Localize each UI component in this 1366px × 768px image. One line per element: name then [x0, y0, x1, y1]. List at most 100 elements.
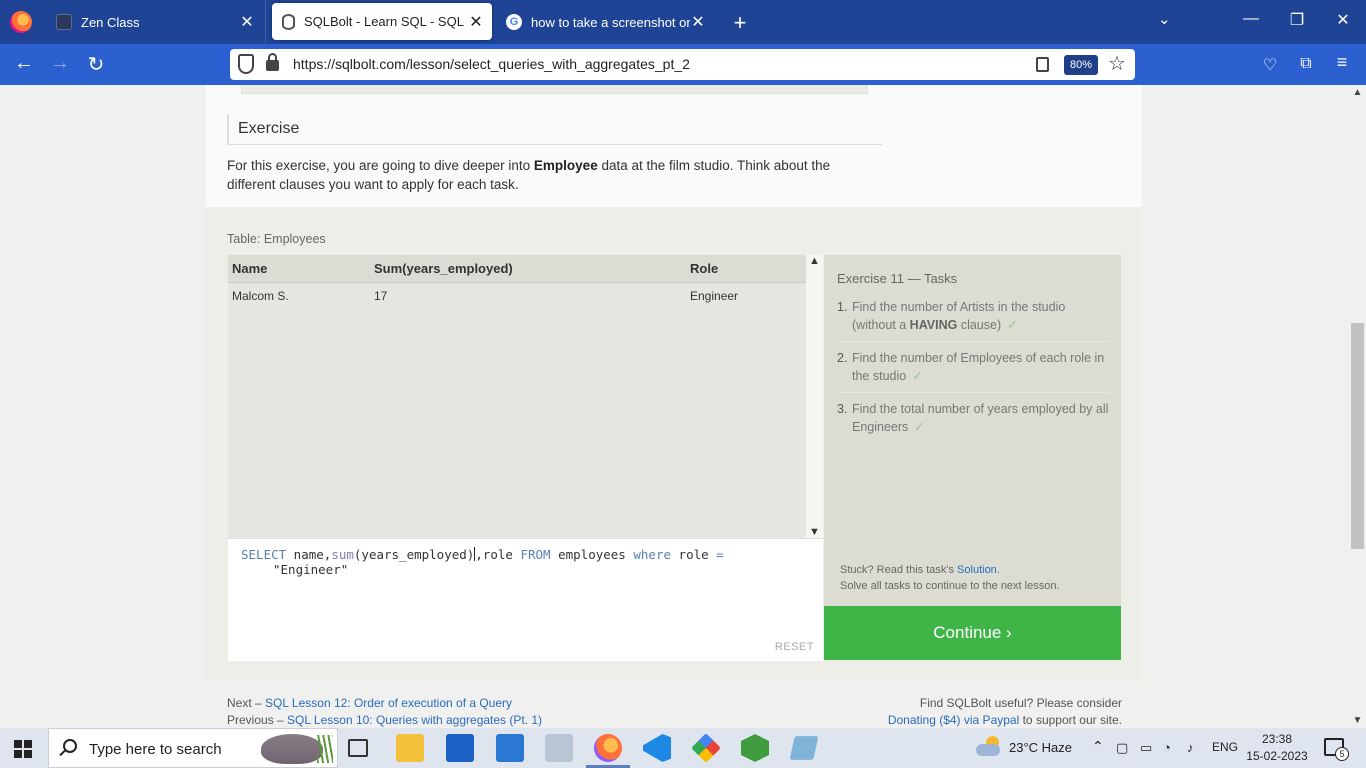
previous-content-block — [241, 85, 868, 94]
menu-hamburger-icon[interactable]: ≡ — [1328, 52, 1356, 73]
donation-note: Find SQLBolt useful? Please consider Don… — [887, 696, 1122, 727]
chevron-down-icon[interactable]: ⌄ — [1158, 10, 1171, 28]
reload-icon[interactable]: ↻ — [82, 52, 110, 77]
google-favicon-icon: G — [506, 14, 522, 30]
table-row: Malcom S. 17 Engineer — [228, 284, 806, 308]
table-caption: Table: Employees — [227, 232, 326, 246]
language-indicator[interactable]: ENG — [1212, 740, 1238, 754]
scroll-down-icon[interactable]: ▼ — [1349, 715, 1366, 726]
checkmark-icon: ✓ — [1007, 318, 1018, 332]
table-cell: Malcom S. — [232, 289, 289, 303]
column-header: Sum(years_employed) — [374, 261, 513, 276]
weather-haze-icon[interactable] — [976, 736, 1002, 758]
tasks-panel: Exercise 11 — Tasks 1. Find the number of… — [824, 255, 1121, 606]
tab-title: how to take a screenshot on firefox — [531, 14, 690, 30]
git-icon[interactable] — [691, 733, 721, 763]
results-table: Name Sum(years_employed) Role Malcom S. … — [228, 255, 806, 537]
extensions-icon[interactable]: ⧉ — [1292, 55, 1320, 73]
column-header: Name — [232, 261, 268, 276]
photos-icon[interactable] — [545, 734, 573, 762]
forward-arrow-icon[interactable]: → — [46, 52, 74, 75]
shield-icon[interactable] — [238, 54, 254, 74]
close-tab-icon[interactable]: ✕ — [468, 12, 484, 32]
close-tab-icon[interactable]: ✕ — [239, 12, 255, 32]
tab-google-search[interactable]: G how to take a screenshot on firefox ✕ — [498, 0, 714, 44]
lesson-navigation: Next – SQL Lesson 12: Order of execution… — [227, 696, 543, 727]
previous-lesson-link[interactable]: SQL Lesson 10: Queries with aggregates (… — [287, 713, 542, 727]
page-scrollbar[interactable]: ▲ ▼ — [1349, 85, 1366, 728]
weather-text[interactable]: 23°C Haze — [1009, 740, 1072, 755]
plus-icon[interactable]: + — [728, 10, 752, 36]
close-tab-icon[interactable]: ✕ — [690, 12, 706, 32]
taskbar-search-box[interactable]: Type here to search — [48, 728, 338, 768]
search-highlight-image — [261, 734, 323, 764]
sql-editor[interactable]: SELECT name,sum(years_employed),role FRO… — [228, 538, 823, 661]
donate-link[interactable]: Donating ($4) via Paypal — [888, 713, 1019, 727]
next-lesson-link[interactable]: SQL Lesson 12: Order of execution of a Q… — [265, 696, 512, 710]
windows-taskbar: Type here to search 23°C Haze ⌃ ▢ ▭ ◔ ♪ … — [0, 728, 1366, 768]
microsoft-store-icon[interactable] — [446, 734, 474, 762]
notification-badge: 5 — [1335, 747, 1349, 761]
battery-icon[interactable]: ▭ — [1140, 740, 1152, 756]
zoom-level-badge[interactable]: 80% — [1064, 55, 1099, 75]
notification-center-icon[interactable]: 5 — [1324, 738, 1349, 761]
exercise-heading: Exercise — [227, 114, 882, 145]
firefox-taskbar-icon[interactable] — [586, 734, 630, 768]
tab-zen-class[interactable]: Zen Class ✕ — [44, 0, 266, 44]
file-explorer-icon[interactable] — [396, 734, 424, 762]
clock-date: 15-02-2023 — [1246, 749, 1308, 763]
exercise-description: For this exercise, you are going to dive… — [227, 158, 831, 192]
table-cell: Engineer — [690, 289, 739, 303]
zen-class-favicon-icon — [56, 14, 72, 30]
clock-time: 23:38 — [1261, 732, 1293, 746]
meet-now-icon[interactable]: ▢ — [1116, 740, 1128, 756]
task-item: 3. Find the total number of years employe… — [837, 402, 1109, 434]
firefox-icon[interactable] — [10, 11, 32, 33]
url-text[interactable]: https://sqlbolt.com/lesson/select_querie… — [293, 56, 690, 72]
minimize-icon[interactable]: — — [1228, 10, 1274, 28]
close-window-icon[interactable]: ✕ — [1320, 10, 1366, 30]
volume-icon[interactable]: ♪ — [1187, 740, 1194, 755]
reset-button[interactable]: RESET — [775, 641, 814, 653]
scroll-up-icon[interactable]: ▲ — [806, 255, 823, 267]
checkmark-icon: ✓ — [912, 369, 923, 383]
restore-icon[interactable]: ❐ — [1274, 10, 1320, 30]
reader-view-icon[interactable] — [1036, 57, 1049, 72]
windows-start-icon[interactable] — [14, 740, 32, 758]
tab-title: Zen Class — [81, 14, 140, 30]
continue-button[interactable]: Continue › — [824, 606, 1121, 660]
sqlbolt-favicon-icon — [282, 13, 295, 30]
wifi-icon[interactable]: ◔ — [1163, 740, 1171, 755]
vscode-icon[interactable] — [643, 734, 671, 762]
lock-icon[interactable] — [266, 53, 279, 71]
back-arrow-icon[interactable]: ← — [10, 52, 38, 75]
search-icon — [63, 739, 77, 753]
pocket-icon[interactable]: ♡ — [1256, 55, 1284, 75]
solution-link[interactable]: Solution — [957, 564, 997, 576]
table-cell: 17 — [374, 289, 388, 303]
task-list: 1. Find the number of Artists in the stud… — [837, 298, 1109, 450]
scroll-up-icon[interactable]: ▲ — [1349, 87, 1366, 98]
browser-nav-bar: ← → ↻ https://sqlbolt.com/lesson/select_… — [0, 44, 1366, 85]
sql-query-text[interactable]: SELECT name,sum(years_employed),role FRO… — [241, 547, 781, 577]
browser-tab-bar: Zen Class ✕ SQLBolt - Learn SQL - SQL Le… — [0, 0, 1366, 44]
mail-icon[interactable] — [496, 734, 524, 762]
table-header-row: Name Sum(years_employed) Role — [228, 255, 806, 283]
tasks-title: Exercise 11 — Tasks — [837, 271, 958, 286]
nodejs-icon[interactable] — [741, 734, 769, 762]
checkmark-icon: ✓ — [914, 420, 925, 434]
tab-title: SQLBolt - Learn SQL - SQL Lesson 11 — [304, 14, 468, 29]
stuck-hint: Stuck? Read this task's Solution. Solve … — [840, 564, 1060, 592]
system-clock[interactable]: 23:38 15-02-2023 — [1243, 731, 1311, 765]
notepad-icon[interactable] — [789, 736, 819, 760]
address-bar[interactable]: https://sqlbolt.com/lesson/select_querie… — [230, 49, 1135, 80]
scroll-down-icon[interactable]: ▼ — [806, 526, 823, 538]
task-view-icon[interactable] — [348, 739, 368, 757]
bookmark-star-icon[interactable]: ☆ — [1108, 51, 1126, 76]
scrollbar-thumb[interactable] — [1351, 323, 1364, 549]
chevron-up-icon[interactable]: ⌃ — [1092, 738, 1104, 755]
tab-sqlbolt[interactable]: SQLBolt - Learn SQL - SQL Lesson 11 ✕ — [272, 3, 492, 40]
page-viewport: Exercise For this exercise, you are goin… — [0, 85, 1349, 728]
lesson-footer: Next – SQL Lesson 12: Order of execution… — [206, 681, 1142, 728]
results-scrollbar[interactable]: ▲ ▼ — [806, 255, 823, 538]
